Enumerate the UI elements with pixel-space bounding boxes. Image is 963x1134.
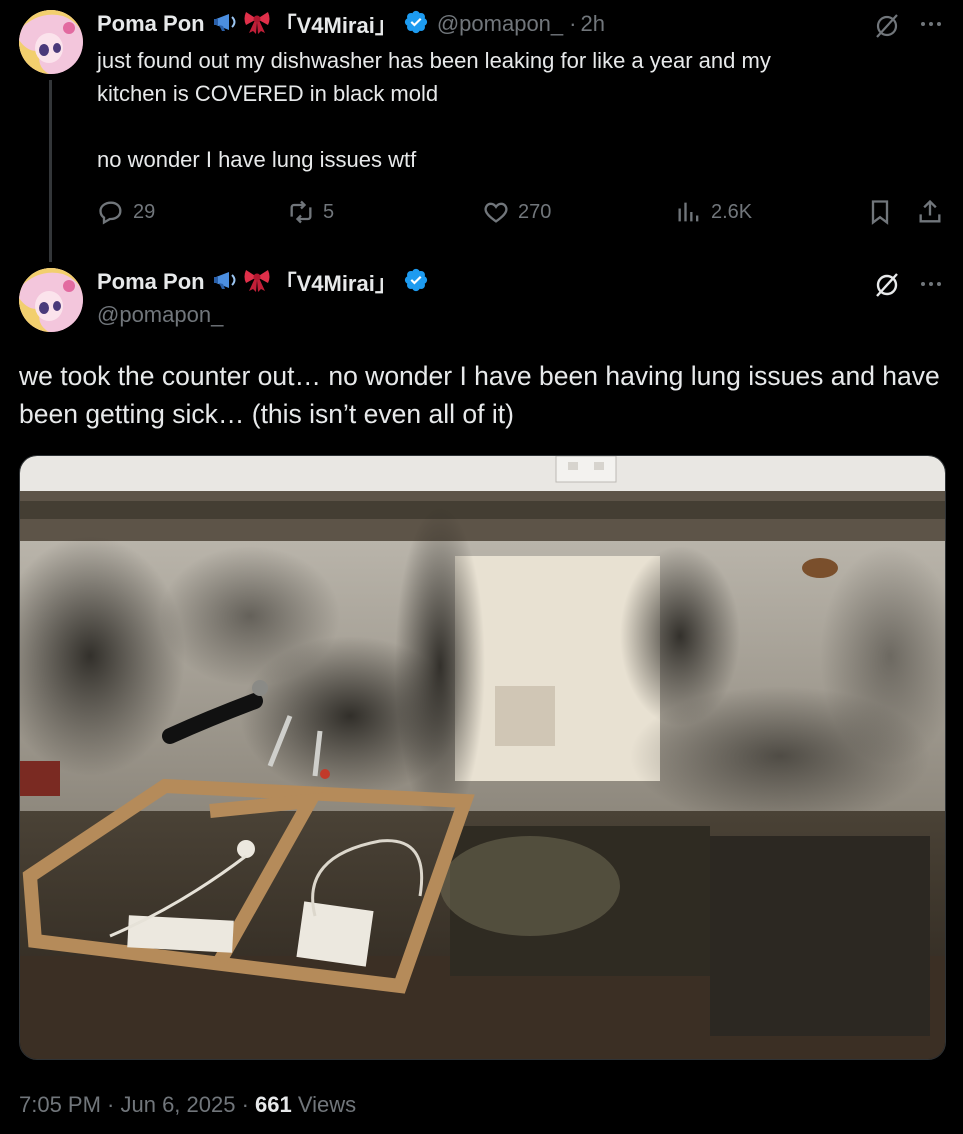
reply-icon: [99, 201, 122, 225]
tweet2-text: we took the counter out… no wonder I hav…: [19, 361, 940, 429]
like-icon: [484, 202, 508, 223]
ribbon-emoji-icon: [243, 267, 271, 298]
more-icon: [921, 282, 941, 286]
more-icon: [921, 22, 941, 26]
like-count: 270: [518, 200, 552, 223]
view-count: 2.6K: [711, 200, 753, 223]
reply-button[interactable]: 29: [97, 198, 155, 226]
repost-button[interactable]: 5: [287, 198, 334, 226]
more-button[interactable]: [918, 274, 944, 299]
display-name-tag[interactable]: 「V4Mirai」: [275, 266, 397, 298]
grok-icon: [876, 273, 898, 297]
bookmark-button[interactable]: [866, 198, 894, 231]
thread-line: [49, 80, 52, 262]
verified-badge-icon[interactable]: [403, 267, 429, 298]
views-label: Views: [291, 1092, 357, 1117]
separator: ·: [569, 11, 577, 36]
repost-count: 5: [323, 200, 335, 223]
ribbon-emoji-icon: [243, 9, 271, 40]
share-icon: [919, 199, 941, 223]
tweet1-header: Poma Pon 「V4Mirai」 @pomapon_ · 2h: [97, 8, 605, 40]
timestamp[interactable]: 2h: [580, 11, 604, 37]
mold-wall-photo: [20, 456, 945, 1059]
display-name-tag[interactable]: 「V4Mirai」: [275, 8, 397, 40]
reply-count: 29: [133, 200, 156, 223]
grok-icon: [876, 14, 898, 38]
tweet-photo[interactable]: [19, 455, 946, 1060]
avatar[interactable]: [19, 10, 83, 74]
display-name[interactable]: Poma Pon: [97, 11, 205, 37]
verified-badge-icon[interactable]: [403, 9, 429, 40]
share-button[interactable]: [916, 198, 944, 231]
views-button[interactable]: 2.6K: [675, 198, 752, 226]
grok-button[interactable]: [873, 12, 901, 45]
tweet1-text: just found out my dishwasher has been le…: [97, 48, 771, 172]
post-timestamp[interactable]: 7:05 PM · Jun 6, 2025 ·: [19, 1092, 255, 1117]
tweet2-header: Poma Pon 「V4Mirai」: [97, 266, 429, 298]
post-view-count: 661: [255, 1092, 292, 1117]
bookmark-icon: [871, 200, 889, 225]
grok-button[interactable]: [873, 271, 901, 304]
like-button[interactable]: 270: [482, 198, 551, 226]
handle[interactable]: @pomapon_: [437, 11, 563, 37]
megaphone-emoji-icon: [213, 269, 241, 296]
megaphone-emoji-icon: [213, 11, 241, 38]
tweet2-meta: 7:05 PM · Jun 6, 2025 · 661 Views: [19, 1092, 356, 1118]
views-icon: [678, 202, 699, 222]
handle[interactable]: @pomapon_: [97, 302, 223, 328]
repost-icon: [290, 200, 312, 224]
display-name[interactable]: Poma Pon: [97, 269, 205, 295]
avatar[interactable]: [19, 268, 83, 332]
more-button[interactable]: [918, 14, 944, 39]
